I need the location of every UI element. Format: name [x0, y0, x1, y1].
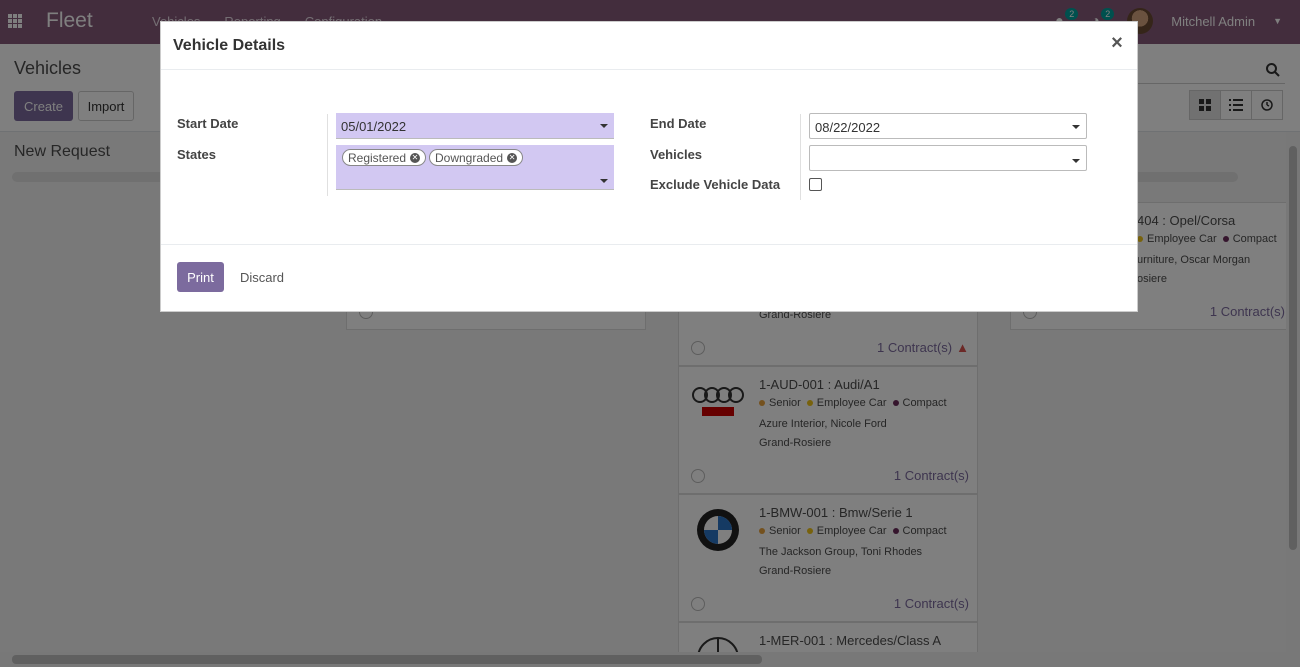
states-label: States [177, 147, 217, 162]
remove-tag-icon[interactable]: ✕ [410, 152, 421, 163]
modal-footer: Print Discard [161, 244, 1137, 312]
state-tag-downgraded: Downgraded ✕ [429, 149, 524, 166]
vehicles-label: Vehicles [650, 147, 703, 162]
print-button[interactable]: Print [177, 262, 224, 292]
caret-down-icon[interactable] [600, 179, 608, 183]
discard-button[interactable]: Discard [231, 262, 293, 292]
vehicles-input[interactable] [809, 145, 1087, 171]
close-icon[interactable]: × [1107, 32, 1127, 54]
modal-title: Vehicle Details [173, 37, 286, 54]
end-date-value: 08/22/2022 [815, 120, 881, 135]
states-tags-input[interactable]: Registered ✕ Downgraded ✕ [336, 145, 614, 190]
remove-tag-icon[interactable]: ✕ [507, 152, 518, 163]
vehicle-details-dialog: Vehicle Details × Start Date States 05/0… [160, 21, 1138, 312]
exclude-vehicle-data-checkbox[interactable] [809, 178, 822, 191]
state-tag-registered: Registered ✕ [342, 149, 427, 166]
label-separator [800, 114, 801, 200]
start-date-input[interactable]: 05/01/2022 [336, 113, 614, 139]
modal-body: Start Date States 05/01/2022 Registered … [161, 70, 1137, 244]
exclude-vehicle-data-label: Exclude Vehicle Data [650, 177, 781, 192]
start-date-label: Start Date [177, 116, 239, 131]
caret-down-icon[interactable] [600, 124, 608, 128]
modal-header: Vehicle Details × [161, 22, 1137, 70]
end-date-label: End Date [650, 116, 707, 131]
caret-down-icon[interactable] [1072, 159, 1080, 163]
label-separator [327, 114, 328, 196]
caret-down-icon[interactable] [1072, 125, 1080, 129]
end-date-input[interactable]: 08/22/2022 [809, 113, 1087, 139]
start-date-value: 05/01/2022 [341, 119, 407, 134]
